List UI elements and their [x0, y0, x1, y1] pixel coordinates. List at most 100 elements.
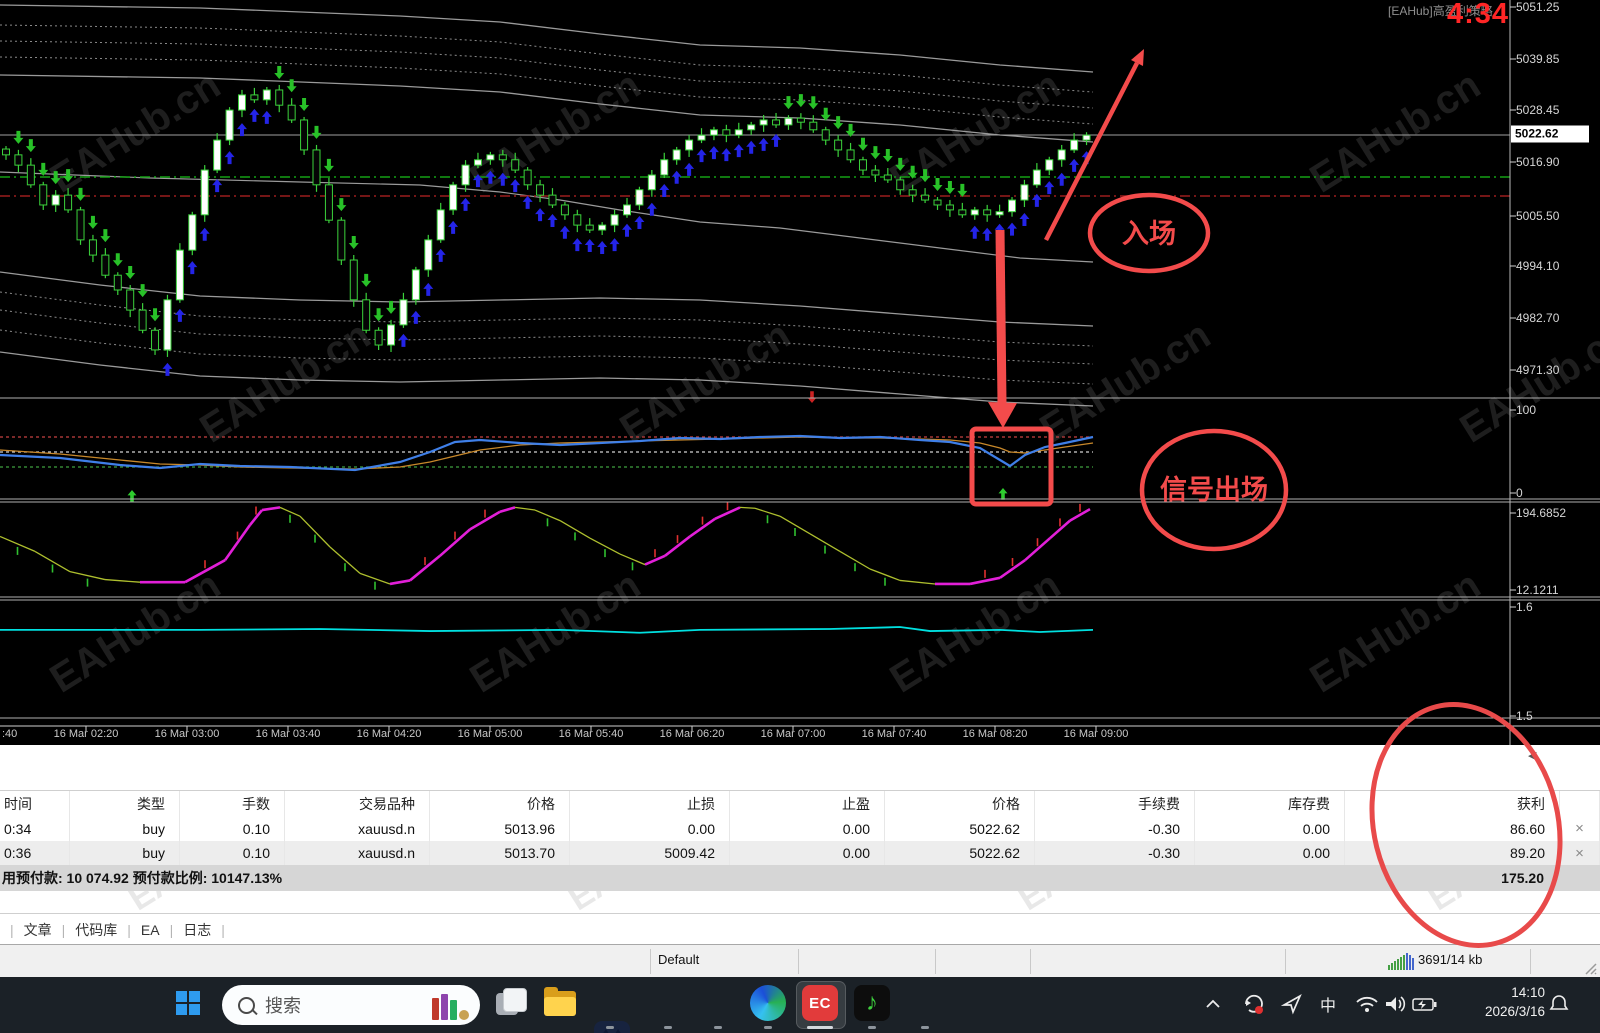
candle-countdown: 4:34 — [1447, 0, 1510, 30]
toolbox-tab-2[interactable]: 代码库 — [75, 920, 117, 940]
column-header[interactable]: 手续费 — [1035, 791, 1195, 817]
tab-scroll-icon[interactable]: ◀ — [1528, 749, 1536, 762]
traffic-counter: 3691/14 kb — [1418, 952, 1483, 967]
current-price-tag: 5022.62 — [1511, 125, 1589, 143]
divider — [935, 949, 936, 974]
open-indicator — [764, 1026, 772, 1029]
time-scale-label: 16 Mar 02:20 — [53, 728, 119, 740]
table-cell: 5013.70 — [430, 841, 570, 865]
tray-time: 14:10 — [1511, 985, 1545, 1000]
price-scale-label: 4982.70 — [1516, 311, 1560, 325]
toolbox-tab-1[interactable]: 文章 — [24, 920, 52, 940]
notification-bell-icon[interactable] — [1546, 991, 1572, 1017]
column-header[interactable]: 类型 — [70, 791, 180, 817]
table-cell: 5022.62 — [885, 816, 1035, 841]
toolbox-panel: EAHub.cnEAHub.cnEAHub.cnEAHub.cn ◀ 时间类型手… — [0, 745, 1600, 977]
price-chart[interactable]: EAHub.cn EAHub.cn EAHub.cn EAHub.cn EAHub.cn… — [0, 0, 1600, 745]
resize-grip[interactable] — [1584, 962, 1598, 976]
account-summary-row: 用预付款: 10 074.92 预付款比例: 10147.13% 175.20 — [0, 865, 1600, 891]
tab-separator: | — [127, 921, 131, 938]
active-indicator — [807, 1026, 833, 1029]
column-header[interactable]: 获利 — [1345, 791, 1560, 817]
speaker-icon[interactable] — [1382, 991, 1408, 1017]
toolbox-tabbar: | 文章 | 代码库 | EA | 日志 | — [0, 913, 1600, 945]
edge-icon[interactable] — [750, 985, 786, 1021]
profile-selector[interactable]: Default — [658, 952, 699, 967]
margin-summary: 用预付款: 10 074.92 预付款比例: 10147.13% — [2, 870, 283, 886]
time-scale-label: 16 Mar 06:20 — [659, 728, 725, 740]
price-scale-label: 1.6 — [1516, 600, 1533, 614]
column-header[interactable]: 止盈 — [730, 791, 885, 817]
ec-app-icon[interactable]: EC — [802, 985, 838, 1021]
table-cell: buy — [70, 841, 180, 865]
table-cell: 86.60 — [1345, 816, 1560, 841]
table-cell: 0:34 — [0, 816, 70, 841]
price-scale-label: 100 — [1516, 403, 1537, 417]
column-header[interactable]: 价格 — [430, 791, 570, 817]
table-cell: 0.00 — [1195, 816, 1345, 841]
column-header[interactable]: 时间 — [0, 791, 70, 817]
tab-separator: | — [169, 921, 174, 938]
connection-bars-icon — [1388, 953, 1414, 970]
table-cell: 0:36 — [0, 841, 70, 865]
toolbox-tab-4[interactable]: 日志 — [183, 920, 211, 940]
table-cell: 5022.62 — [885, 841, 1035, 865]
taskbar: 搜索 EC ♪ 中 14:10 2026/3/16 — [0, 977, 1600, 1033]
column-header[interactable]: 止损 — [570, 791, 730, 817]
task-view-icon[interactable] — [492, 985, 528, 1021]
time-scale-label: 16 Mar 03:00 — [154, 728, 220, 740]
time-scale-label: 16 Mar 05:00 — [457, 728, 523, 740]
price-scale-label: 194.6852 — [1516, 506, 1567, 520]
divider — [1285, 949, 1286, 974]
column-header[interactable]: 库存费 — [1195, 791, 1345, 817]
trade-table-header: 时间 类型 手数 交易品种 价格 止损 止盈 价格 手续费 库存费 获利 — [0, 790, 1600, 818]
column-header[interactable]: 手数 — [180, 791, 285, 817]
wifi-icon[interactable] — [1354, 991, 1380, 1017]
toolbox-tab-3[interactable]: EA — [141, 922, 160, 938]
time-scale-label: 16 Mar 03:40 — [255, 728, 321, 740]
tab-separator: | — [10, 921, 14, 938]
table-cell: 0.00 — [570, 816, 730, 841]
start-button[interactable] — [170, 985, 206, 1021]
price-scale-label: 5028.45 — [1516, 103, 1560, 117]
table-cell: 0.00 — [730, 816, 885, 841]
file-explorer-icon[interactable] — [542, 985, 578, 1021]
time-scale-label: 16 Mar 09:00 — [1063, 728, 1129, 740]
table-cell: 89.20 — [1345, 841, 1560, 865]
price-scale-label: 0 — [1516, 486, 1523, 500]
column-header[interactable] — [1560, 791, 1600, 817]
time-scale-label: 16 Mar 05:40 — [558, 728, 624, 740]
total-profit: 175.20 — [1501, 870, 1544, 886]
battery-icon[interactable] — [1412, 991, 1438, 1017]
sync-icon[interactable] — [1241, 991, 1267, 1017]
table-cell: 0.00 — [1195, 841, 1345, 865]
price-scale-label: 1.5 — [1516, 709, 1533, 723]
close-position-button[interactable]: × — [1560, 816, 1600, 841]
table-cell: 5009.42 — [570, 841, 730, 865]
divider — [650, 949, 651, 974]
price-scale-label: 4994.10 — [1516, 259, 1560, 273]
table-cell: 0.10 — [180, 841, 285, 865]
time-scale-label: 16 Mar 08:20 — [962, 728, 1028, 740]
table-cell: xauusd.n — [285, 816, 430, 841]
open-indicator — [714, 1026, 722, 1029]
column-header[interactable]: 交易品种 — [285, 791, 430, 817]
table-cell: buy — [70, 816, 180, 841]
table-row[interactable]: 0:36 buy 0.10 xauusd.n 5013.70 5009.42 0.00 502… — [0, 841, 1600, 865]
table-row[interactable]: 0:34 buy 0.10 xauusd.n 5013.96 0.00 0.00 5022.6… — [0, 816, 1600, 841]
tray-chevron-icon[interactable] — [1200, 991, 1226, 1017]
tray-date: 2026/3/16 — [1484, 1004, 1545, 1019]
qq-music-icon[interactable]: ♪ — [854, 985, 890, 1021]
divider — [798, 949, 799, 974]
time-scale-label: 16 Mar 07:00 — [760, 728, 826, 740]
search-highlight-image — [432, 990, 474, 1020]
table-cell: -0.30 — [1035, 841, 1195, 865]
chart-canvas[interactable] — [0, 0, 1600, 745]
close-position-button[interactable]: × — [1560, 841, 1600, 865]
column-header[interactable]: 价格 — [885, 791, 1035, 817]
ime-indicator[interactable]: 中 — [1315, 991, 1341, 1017]
search-input[interactable]: 搜索 — [222, 985, 480, 1025]
desktop: EAHub.cn EAHub.cn EAHub.cn EAHub.cn EAHub.cn… — [0, 0, 1600, 1033]
location-icon[interactable] — [1279, 991, 1305, 1017]
tray-clock[interactable]: 14:10 2026/3/16 — [1445, 983, 1545, 1021]
